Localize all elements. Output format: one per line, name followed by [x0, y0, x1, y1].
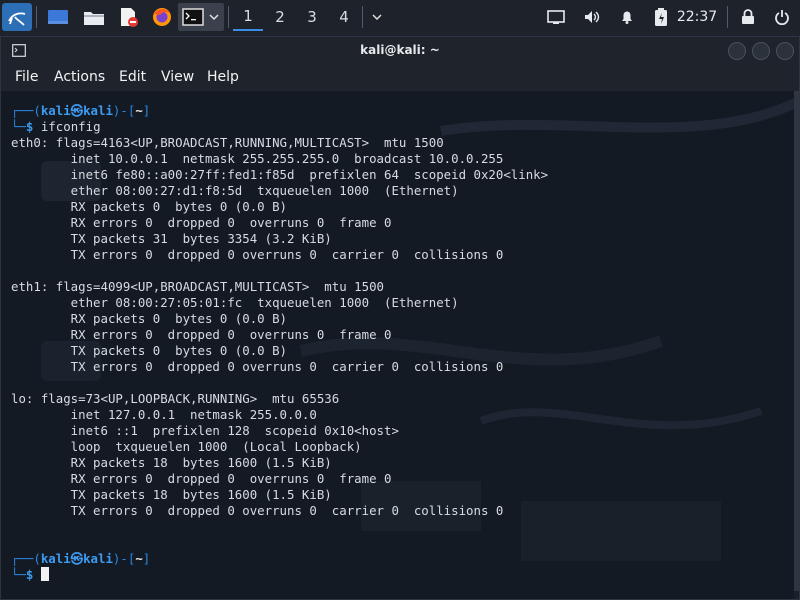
chevron-down-icon — [209, 14, 219, 21]
display-icon[interactable] — [544, 3, 568, 31]
title-bar[interactable]: kali@kali: ~ — [1, 37, 799, 65]
folder-icon[interactable] — [80, 3, 108, 31]
output-line: inet 127.0.0.1 netmask 255.0.0.0 — [11, 407, 317, 422]
output-line: eth0: flags=4163<UP,BROADCAST,RUNNING,MU… — [11, 135, 444, 150]
workspace-menu-button[interactable] — [366, 3, 388, 31]
output-line: RX errors 0 dropped 0 overruns 0 frame 0 — [11, 471, 392, 486]
terminal-window: kali@kali: ~ File Actions Edit View Help… — [0, 36, 800, 600]
terminal-icon — [182, 8, 204, 26]
output-line: inet 10.0.0.1 netmask 255.255.255.0 broa… — [11, 151, 504, 166]
output-line: RX errors 0 dropped 0 overruns 0 frame 0 — [11, 215, 392, 230]
output-line: TX errors 0 dropped 0 overruns 0 carrier… — [11, 247, 504, 262]
output-line: inet6 fe80::a00:27ff:fed1:f85d prefixlen… — [11, 167, 549, 182]
bell-icon[interactable] — [615, 3, 639, 31]
command-line: └─$ ifconfig — [11, 119, 101, 134]
window-title: kali@kali: ~ — [360, 43, 440, 57]
firefox-icon[interactable] — [148, 3, 176, 31]
workspace-4[interactable]: 4 — [329, 3, 359, 31]
lock-icon[interactable] — [736, 3, 760, 31]
clock[interactable]: 22:37 — [676, 3, 718, 31]
command-text: ifconfig — [33, 119, 101, 134]
output-line: RX packets 0 bytes 0 (0.0 B) — [11, 199, 288, 214]
output-line: TX packets 18 bytes 1600 (1.5 KiB) — [11, 487, 332, 502]
text-cursor — [40, 567, 49, 581]
output-line: TX packets 31 bytes 3354 (3.2 KiB) — [11, 231, 332, 246]
workspace-3[interactable]: 3 — [297, 3, 327, 31]
minimize-button[interactable] — [728, 42, 746, 60]
menu-actions[interactable]: Actions — [54, 69, 105, 85]
output-line: TX packets 0 bytes 0 (0.0 B) — [11, 343, 288, 358]
input-line[interactable]: └─$ — [11, 567, 49, 583]
maximize-button[interactable] — [752, 42, 770, 60]
prompt-line-1: ┌──(kali㉿kali)-[~] — [11, 103, 151, 118]
prompt-user-host: kali㉿kali — [40, 103, 113, 118]
close-button[interactable] — [776, 42, 794, 60]
top-panel: 1 2 3 4 22:37 — [0, 0, 800, 34]
output-line: ether 08:00:27:d1:f8:5d txqueuelen 1000 … — [11, 183, 459, 198]
chevron-down-icon — [372, 14, 382, 21]
output-line: ether 08:00:27:05:01:fc txqueuelen 1000 … — [11, 295, 459, 310]
output-line: eth1: flags=4099<UP,BROADCAST,MULTICAST>… — [11, 279, 384, 294]
kali-dragon-icon[interactable] — [2, 3, 32, 31]
scrollbar[interactable] — [794, 91, 799, 599]
output-line: RX errors 0 dropped 0 overruns 0 frame 0 — [11, 327, 392, 342]
battery-icon[interactable] — [650, 3, 672, 31]
power-icon[interactable] — [770, 3, 794, 31]
text-editor-icon[interactable] — [114, 3, 142, 31]
menu-view[interactable]: View — [161, 69, 194, 85]
menu-bar: File Actions Edit View Help — [1, 65, 799, 91]
workspace-1[interactable]: 1 — [233, 3, 263, 31]
output-line: TX errors 0 dropped 0 overruns 0 carrier… — [11, 503, 504, 518]
output-line: RX packets 18 bytes 1600 (1.5 KiB) — [11, 455, 332, 470]
terminal-content[interactable]: ┌──(kali㉿kali)-[~] └─$ ifconfig eth0: fl… — [1, 91, 799, 599]
menu-file[interactable]: File — [15, 69, 38, 85]
menu-help[interactable]: Help — [207, 69, 239, 85]
volume-icon[interactable] — [580, 3, 604, 31]
output-line: loop txqueuelen 1000 (Local Loopback) — [11, 439, 362, 454]
prompt-directory: ~ — [135, 103, 143, 118]
desktop-icon[interactable] — [44, 3, 72, 31]
output-line: RX packets 0 bytes 0 (0.0 B) — [11, 311, 288, 326]
output-line: inet6 ::1 prefixlen 128 scopeid 0x10<hos… — [11, 423, 399, 438]
output-line: TX errors 0 dropped 0 overruns 0 carrier… — [11, 359, 504, 374]
scrollbar-thumb[interactable] — [794, 91, 799, 591]
terminal-taskbar-button[interactable] — [178, 3, 224, 31]
output-line: lo: flags=73<UP,LOOPBACK,RUNNING> mtu 65… — [11, 391, 340, 406]
prompt-line-2: ┌──(kali㉿kali)-[~] — [11, 551, 151, 566]
menu-edit[interactable]: Edit — [119, 69, 146, 85]
workspace-2[interactable]: 2 — [265, 3, 295, 31]
